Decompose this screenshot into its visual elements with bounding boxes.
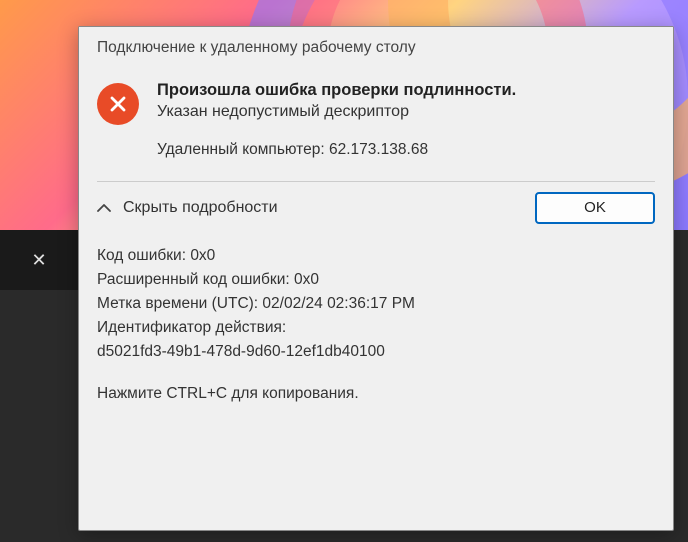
details-toggle[interactable]: Скрыть подробности [97,199,278,217]
chevron-up-icon [97,201,111,215]
ext-error-code-row: Расширенный код ошибки: 0x0 [97,268,655,292]
ok-button[interactable]: OK [535,192,655,224]
error-code-row: Код ошибки: 0x0 [97,244,655,268]
dialog-title: Подключение к удаленному рабочему столу [79,27,673,67]
error-icon [97,83,139,125]
details-panel: Код ошибки: 0x0 Расширенный код ошибки: … [79,236,673,424]
activity-id-label-row: Идентификатор действия: [97,316,655,340]
remote-computer-label: Удаленный компьютер: [157,141,329,158]
taskbar-close-area[interactable]: ✕ [0,230,78,290]
remote-computer-line: Удаленный компьютер: 62.173.138.68 [157,141,655,159]
error-message-line2: Указан недопустимый дескриптор [157,101,655,123]
copy-hint: Нажмите CTRL+C для копирования. [97,382,655,406]
dialog-main-content: Произошла ошибка проверки подлинности. У… [79,67,673,167]
details-toggle-label: Скрыть подробности [123,199,278,217]
rdp-error-dialog: Подключение к удаленному рабочему столу … [78,26,674,531]
timestamp-row: Метка времени (UTC): 02/02/24 02:36:17 P… [97,292,655,316]
error-message-column: Произошла ошибка проверки подлинности. У… [157,79,655,159]
error-message-line1: Произошла ошибка проверки подлинности. [157,79,655,101]
details-row: Скрыть подробности OK [79,182,673,236]
close-icon: ✕ [31,250,46,271]
activity-id-value-row: d5021fd3-49b1-478d-9d60-12ef1db40100 [97,340,655,364]
remote-computer-value: 62.173.138.68 [329,141,428,158]
